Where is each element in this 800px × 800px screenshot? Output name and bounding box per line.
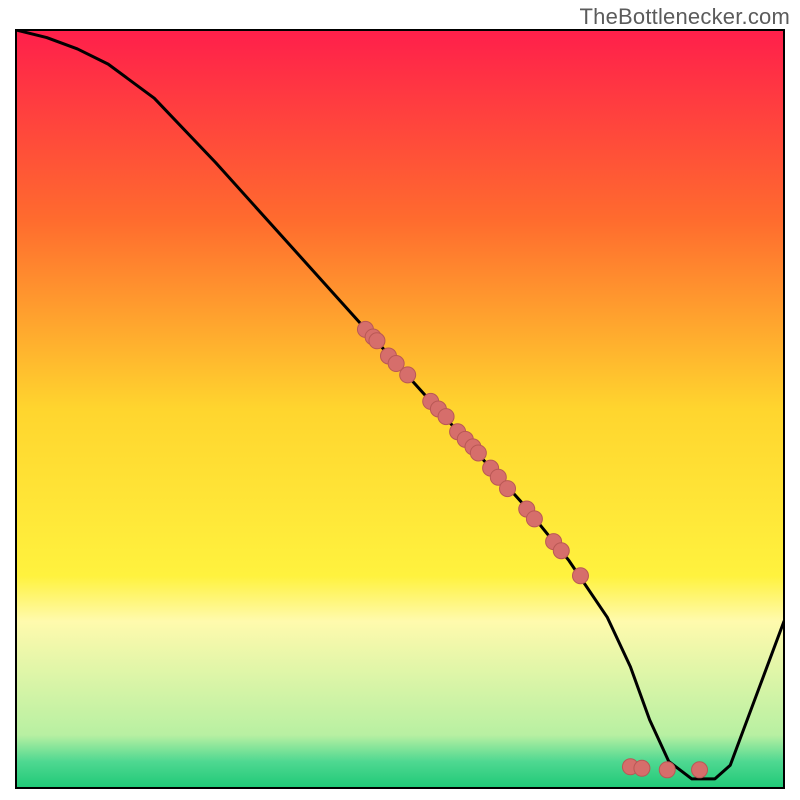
data-point xyxy=(572,568,588,584)
data-point xyxy=(659,762,675,778)
data-point xyxy=(553,543,569,559)
chart-background xyxy=(16,30,784,788)
data-point xyxy=(470,445,486,461)
data-point xyxy=(634,760,650,776)
data-point xyxy=(369,333,385,349)
bottleneck-chart xyxy=(0,0,800,800)
data-point xyxy=(400,367,416,383)
chart-stage: TheBottlenecker.com xyxy=(0,0,800,800)
data-point xyxy=(526,511,542,527)
watermark-label: TheBottlenecker.com xyxy=(580,4,790,30)
data-point xyxy=(692,762,708,778)
data-point xyxy=(438,409,454,425)
data-point xyxy=(500,481,516,497)
